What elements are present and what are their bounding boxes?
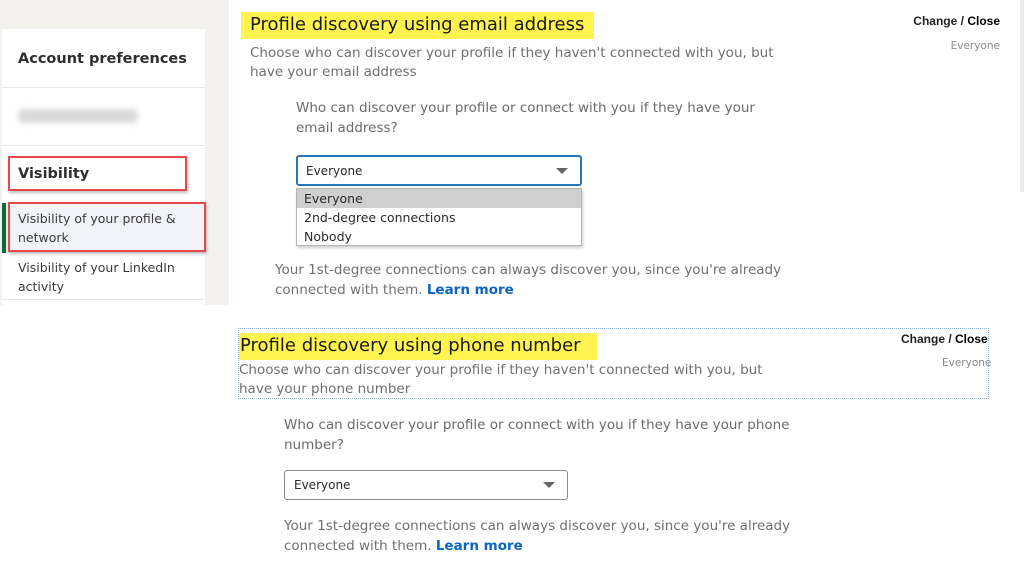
change-label[interactable]: Change / xyxy=(901,332,955,346)
phone-current-setting-value: Everyone xyxy=(942,357,992,369)
learn-more-link[interactable]: Learn more xyxy=(427,282,514,298)
sidebar-item-account-preferences[interactable]: Account preferences xyxy=(18,51,187,67)
close-label[interactable]: Close xyxy=(955,332,988,346)
footnote: Your 1st-degree connections can always d… xyxy=(275,260,805,300)
phone-visibility-select[interactable]: Everyone xyxy=(284,470,568,500)
top-settings-panel: Account preferences Visibility Visibilit… xyxy=(0,0,1024,305)
dropdown-option-nobody[interactable]: Nobody xyxy=(297,227,581,246)
setting-question: Who can discover your profile or connect… xyxy=(296,100,755,136)
phone-section-title: Profile discovery using phone number xyxy=(239,333,597,360)
chevron-down-icon xyxy=(543,482,555,488)
phone-footnote: Your 1st-degree connections can always d… xyxy=(284,516,814,556)
select-value: Everyone xyxy=(294,478,351,492)
select-value: Everyone xyxy=(306,163,363,178)
footnote-text: Your 1st-degree connections can always d… xyxy=(275,262,782,298)
sidebar-item-visibility[interactable]: Visibility xyxy=(18,166,89,182)
change-close-toggle[interactable]: Change / Close xyxy=(913,14,1000,28)
email-visibility-select[interactable]: Everyone xyxy=(296,155,582,186)
sidebar-item-profile-network-visibility[interactable]: Visibility of your profile & network xyxy=(18,209,183,247)
phone-section-description: Choose who can discover your profile if … xyxy=(239,362,763,397)
section-title: Profile discovery using email address xyxy=(241,12,595,39)
active-item-indicator xyxy=(2,203,6,253)
divider xyxy=(2,299,205,300)
phone-setting-question: Who can discover your profile or connect… xyxy=(284,417,790,453)
sidebar-item-sign-in-security-blurred[interactable] xyxy=(18,109,138,123)
dropdown-option-2nd-degree[interactable]: 2nd-degree connections xyxy=(297,208,581,227)
chevron-down-icon xyxy=(556,167,568,174)
current-setting-value: Everyone xyxy=(950,40,1000,52)
change-label[interactable]: Change / xyxy=(913,14,967,28)
panel-edge-shadow xyxy=(1020,0,1024,192)
divider xyxy=(2,87,205,88)
dropdown-option-everyone[interactable]: Everyone xyxy=(297,189,581,208)
sidebar-item-linkedin-activity-visibility[interactable]: Visibility of your LinkedIn activity xyxy=(18,258,183,296)
divider xyxy=(2,145,205,146)
close-label[interactable]: Close xyxy=(967,14,1000,28)
email-visibility-dropdown: Everyone 2nd-degree connections Nobody xyxy=(296,188,582,246)
section-description: Choose who can discover your profile if … xyxy=(250,45,774,80)
phone-change-close-toggle[interactable]: Change / Close xyxy=(901,332,988,346)
email-discovery-section: Profile discovery using email address Ch… xyxy=(229,0,1020,305)
learn-more-link[interactable]: Learn more xyxy=(436,538,523,554)
settings-sidebar: Account preferences Visibility Visibilit… xyxy=(2,29,206,305)
footnote-text: Your 1st-degree connections can always d… xyxy=(284,518,791,554)
